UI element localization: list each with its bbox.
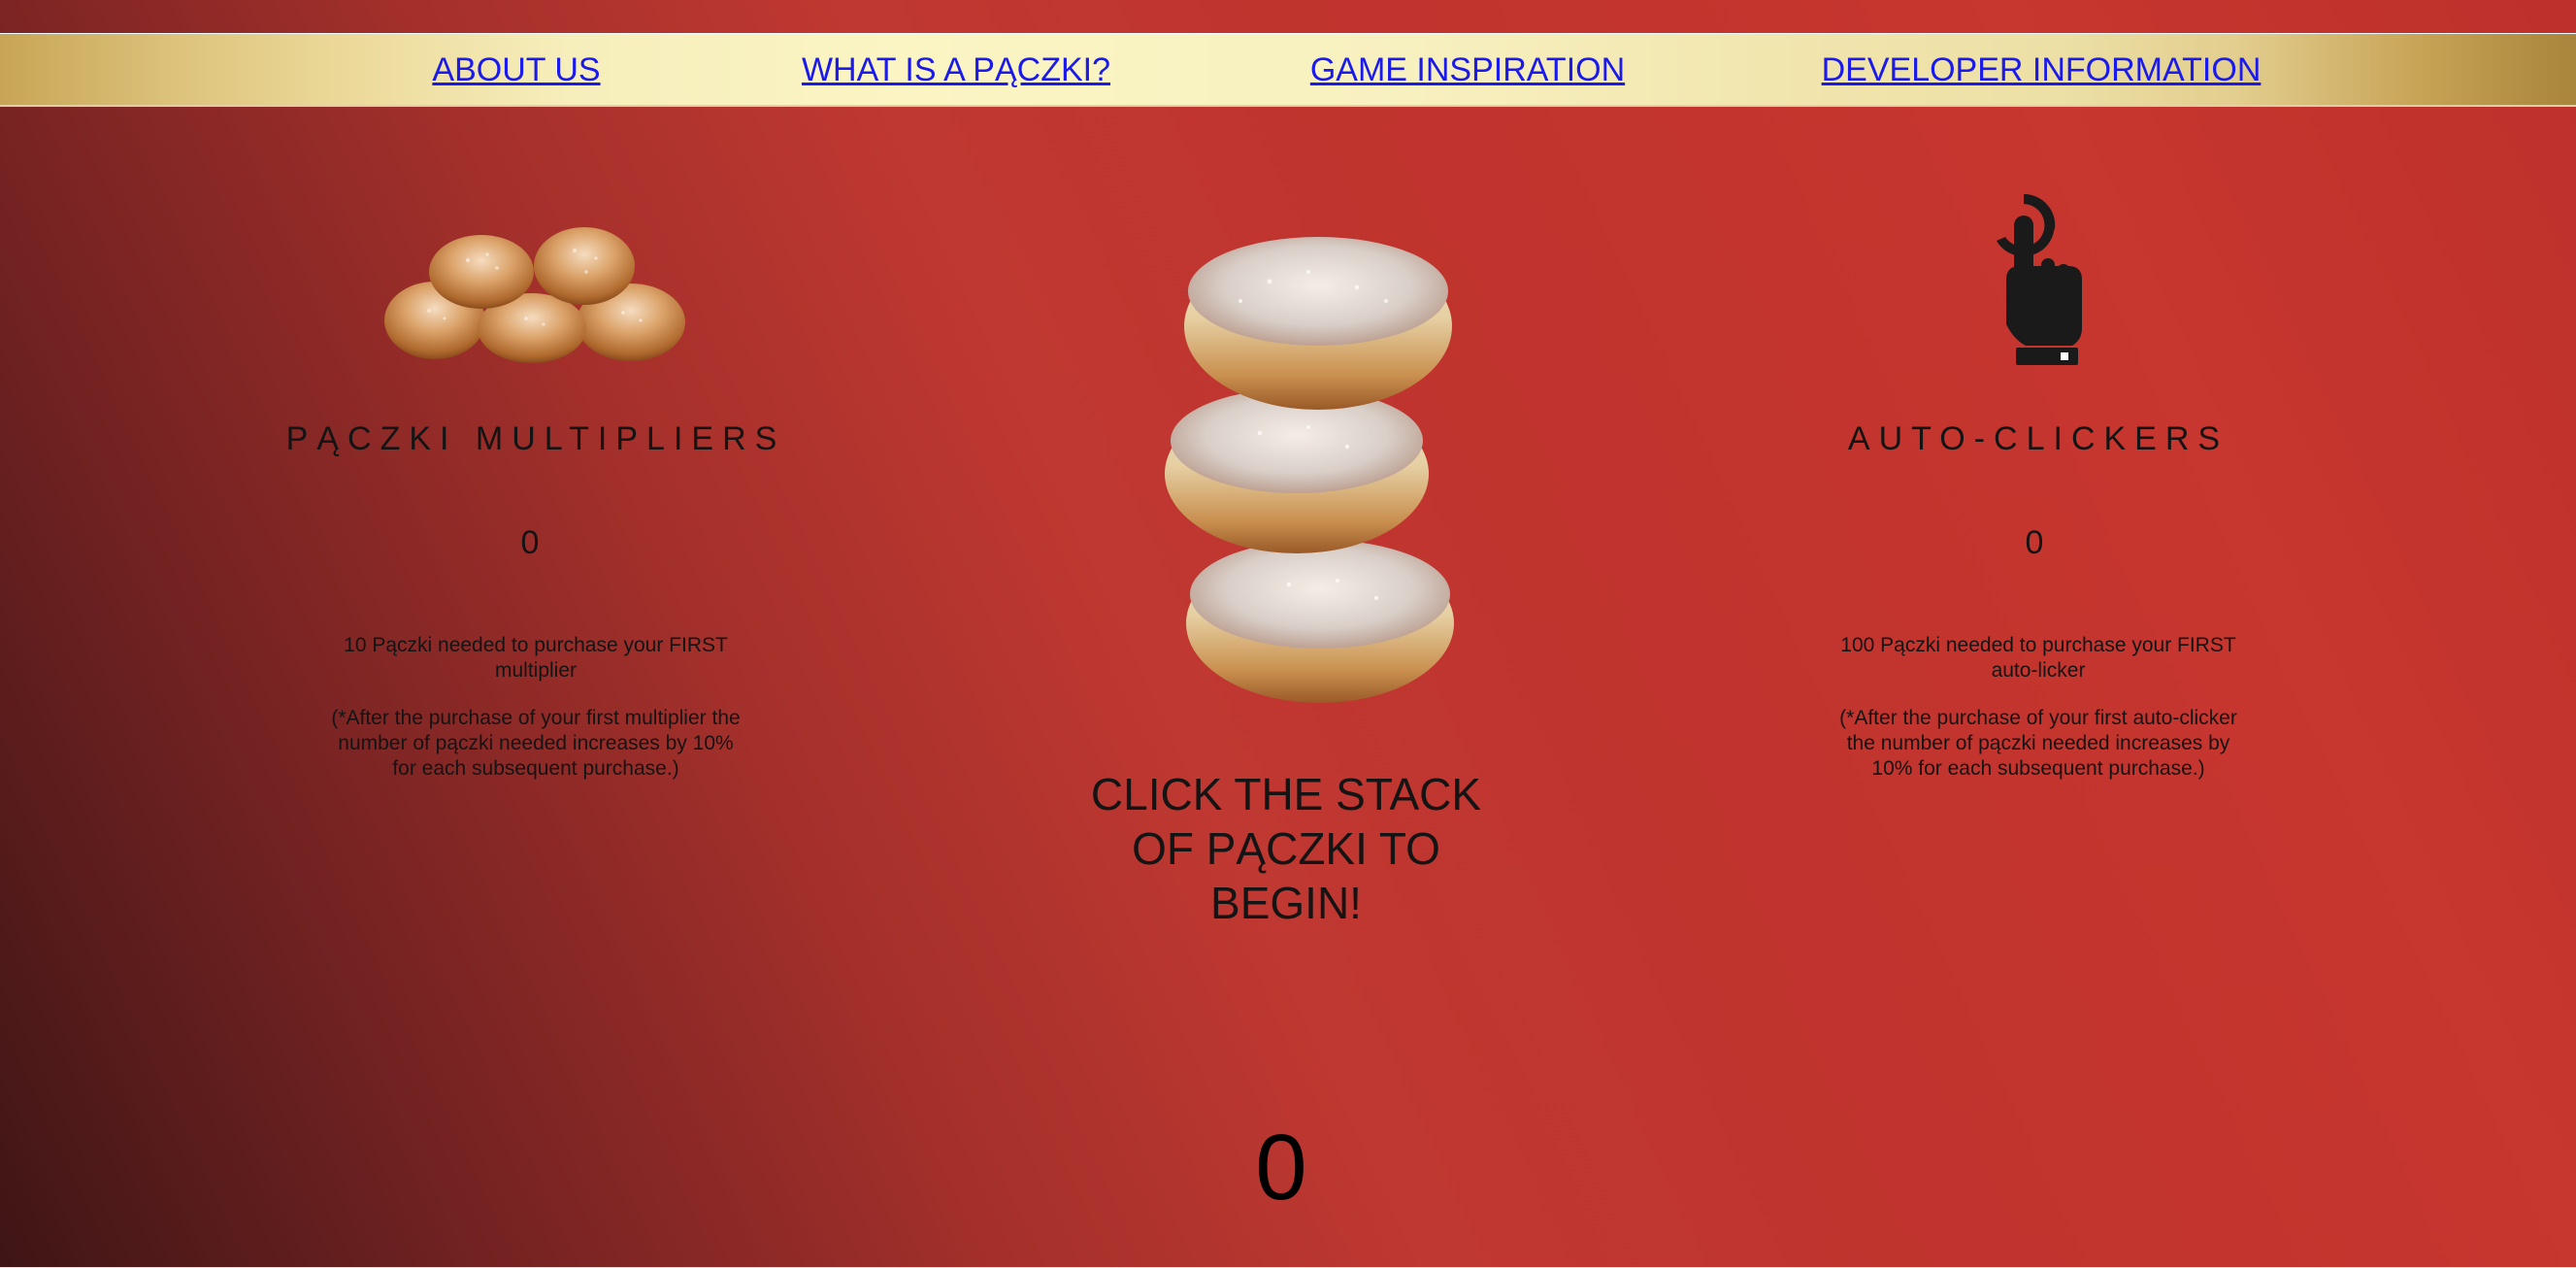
game-page: ABOUT US WHAT IS A PĄCZKI? GAME INSPIRAT… <box>0 0 2576 1268</box>
paczki-multiplier-button[interactable] <box>380 221 689 367</box>
nav-link-game-inspiration[interactable]: GAME INSPIRATION <box>1310 51 1625 89</box>
auto-clicker-price-note: (*After the purchase of your first auto-… <box>1839 707 2237 780</box>
multiplier-price-note: (*After the purchase of your first multi… <box>331 707 741 780</box>
pointing-hand-icon <box>1997 193 2082 365</box>
multipliers-count: 0 <box>520 524 540 561</box>
nav-link-developer-information[interactable]: DEVELOPER INFORMATION <box>1822 51 2262 89</box>
auto-clickers-title: AUTO-CLICKERS <box>1847 420 2229 457</box>
multiplier-requirement-text: 10 Pączki needed to purchase your FIRST … <box>344 634 728 682</box>
nav-link-about-us[interactable]: ABOUT US <box>432 51 600 89</box>
start-instructions: CLICK THE STACK OF PĄCZKI TO BEGIN! <box>1090 769 1482 928</box>
auto-clicker-button[interactable] <box>1985 186 2092 367</box>
paczki-total-counter: 0 <box>1255 1116 1307 1219</box>
top-navigation: ABOUT US WHAT IS A PĄCZKI? GAME INSPIRAT… <box>0 33 2576 107</box>
multipliers-title: PĄCZKI MULTIPLIERS <box>285 420 786 457</box>
auto-clicker-requirement-text: 100 Pączki needed to purchase your FIRST… <box>1840 634 2236 682</box>
auto-clickers-count: 0 <box>2025 524 2044 561</box>
paczki-stack-click-button[interactable] <box>1153 233 1473 718</box>
nav-link-what-is-paczki[interactable]: WHAT IS A PĄCZKI? <box>802 51 1110 89</box>
donut-stack-icon <box>1165 237 1454 703</box>
donut-pile-icon <box>384 227 685 363</box>
